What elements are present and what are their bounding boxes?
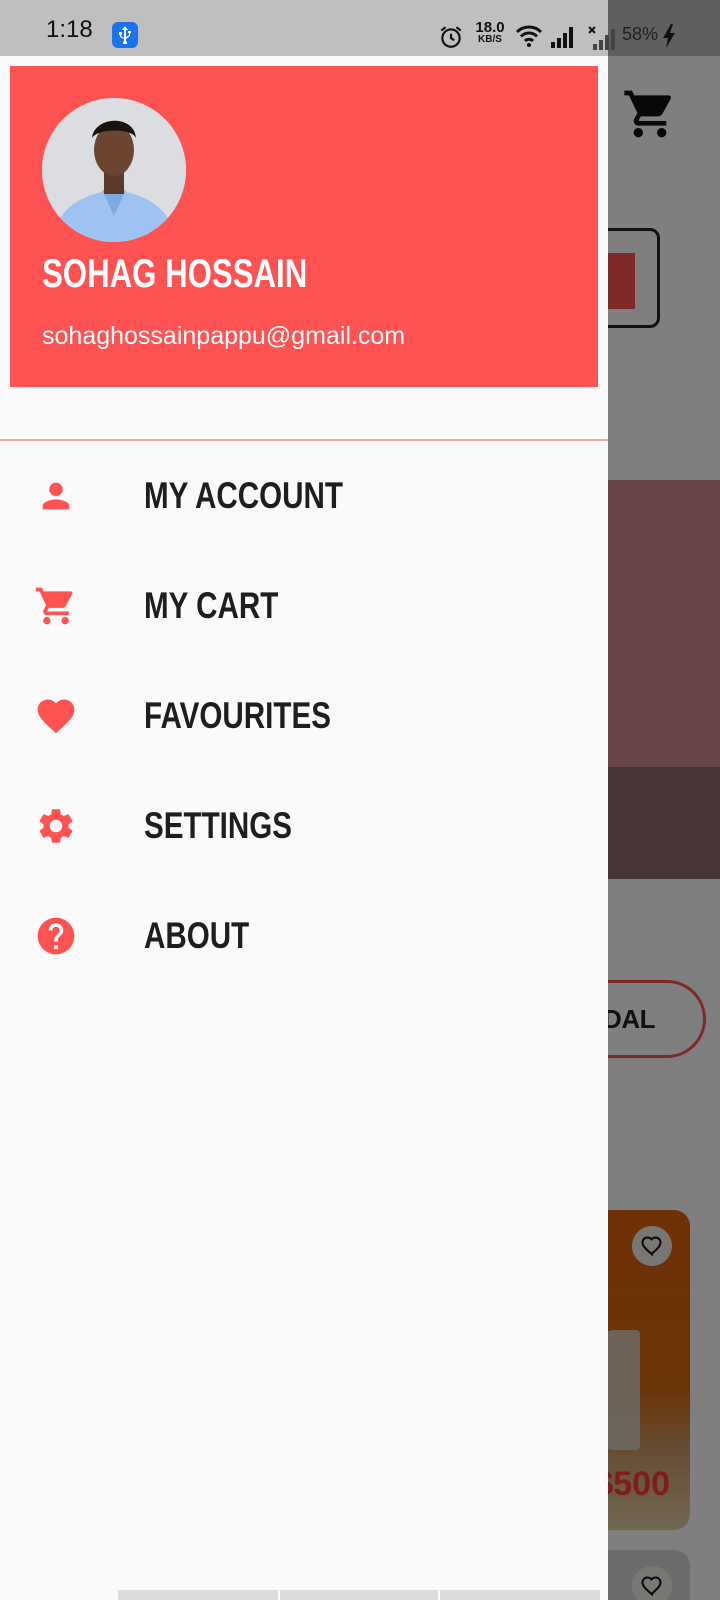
cart-icon	[34, 584, 78, 628]
signal-icon	[551, 27, 573, 48]
menu-item-about[interactable]: ABOUT	[0, 881, 608, 991]
clock: 1:18	[46, 16, 93, 43]
menu-item-my-cart[interactable]: MY CART	[0, 551, 608, 661]
menu-item-label: ABOUT	[144, 915, 250, 956]
charging-icon	[663, 24, 675, 48]
gear-icon	[34, 804, 78, 848]
alarm-icon	[440, 26, 462, 48]
menu-item-my-account[interactable]: MY ACCOUNT	[0, 441, 608, 551]
person-icon	[34, 474, 78, 518]
battery-level: 58%	[622, 24, 659, 44]
user-name: SOHAG HOSSAIN	[42, 252, 308, 296]
menu-item-settings[interactable]: SETTINGS	[0, 771, 608, 881]
menu-item-label: SETTINGS	[144, 805, 293, 846]
help-icon	[34, 914, 78, 958]
menu-item-label: MY CART	[144, 585, 279, 626]
signal-no-service-icon	[588, 26, 615, 50]
network-speed-unit: KB/S	[478, 34, 502, 45]
wifi-icon	[515, 25, 543, 47]
network-speed: 18.0 KB/S	[472, 20, 508, 45]
nav-bar-hint	[280, 1590, 438, 1600]
status-bar: 1:18 18.0 KB/S 58%	[0, 0, 720, 56]
menu-item-favourites[interactable]: FAVOURITES	[0, 661, 608, 771]
menu-item-label: FAVOURITES	[144, 695, 331, 736]
nav-bar-hint	[440, 1590, 600, 1600]
user-email: sohaghossainpappu@gmail.com	[42, 322, 406, 350]
heart-icon	[34, 694, 78, 738]
usb-icon	[112, 22, 138, 48]
drawer-header: SOHAG HOSSAIN sohaghossainpappu@gmail.co…	[10, 66, 598, 387]
navigation-drawer: SOHAG HOSSAIN sohaghossainpappu@gmail.co…	[0, 56, 608, 1600]
nav-bar-hint	[118, 1590, 278, 1600]
network-speed-value: 18.0	[475, 19, 505, 36]
avatar[interactable]	[42, 98, 186, 242]
menu-item-label: MY ACCOUNT	[144, 475, 343, 516]
